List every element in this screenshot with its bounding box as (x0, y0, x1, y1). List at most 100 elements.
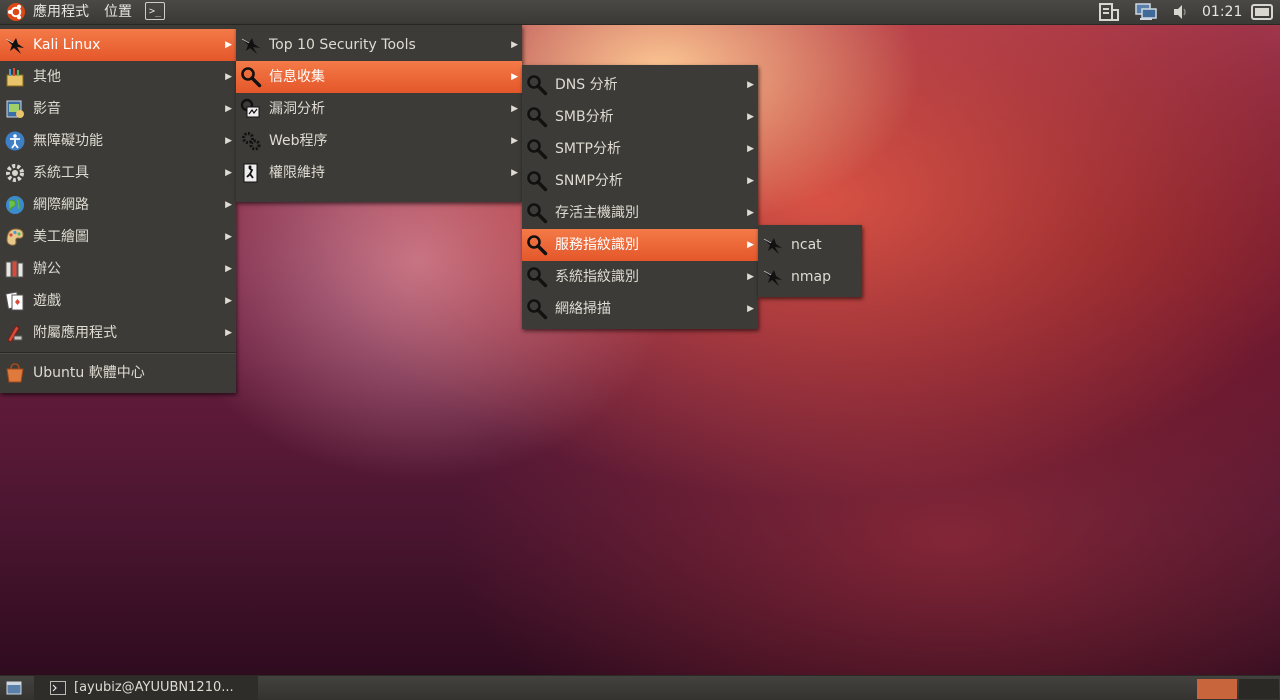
magnifier-icon (526, 106, 548, 128)
submenu-arrow-icon: ▶ (511, 72, 518, 82)
service-fingerprint-submenu: ncat nmap (758, 225, 862, 297)
magnifier-icon (526, 266, 548, 288)
app-category-item-label: Kali Linux (33, 37, 101, 53)
app-category-item[interactable]: Kali Linux ▶ (0, 29, 236, 61)
magnifier-icon (526, 234, 548, 256)
software-center-item[interactable]: Ubuntu 軟體中心 (0, 357, 236, 389)
submenu-arrow-icon: ▶ (747, 304, 754, 314)
info-gathering-item-label: DNS 分析 (555, 77, 618, 93)
applications-menu[interactable]: 應用程式 (33, 0, 89, 24)
magnifier-icon (526, 74, 548, 96)
app-category-item-label: 無障礙功能 (33, 133, 103, 149)
kali-category-item[interactable]: 漏洞分析 ▶ (236, 93, 522, 125)
submenu-arrow-icon: ▶ (225, 72, 232, 82)
info-gathering-item-label: SNMP分析 (555, 173, 623, 189)
submenu-arrow-icon: ▶ (511, 136, 518, 146)
info-gathering-item[interactable]: 服務指紋識別 ▶ (522, 229, 758, 261)
submenu-arrow-icon: ▶ (747, 176, 754, 186)
kali-category-item[interactable]: 信息收集 ▶ (236, 61, 522, 93)
clock[interactable]: 01:21 (1202, 0, 1242, 24)
kali-category-item[interactable]: Web程序 ▶ (236, 125, 522, 157)
taskbar-terminal-window[interactable]: [ayubiz@AYUUBN1210... (34, 676, 258, 700)
submenu-arrow-icon: ▶ (225, 264, 232, 274)
accessories-icon (4, 322, 26, 344)
submenu-arrow-icon: ▶ (747, 240, 754, 250)
kali-category-item-label: Web程序 (269, 133, 328, 149)
info-gathering-item[interactable]: 存活主機識別 ▶ (522, 197, 758, 229)
gears-icon (240, 130, 262, 152)
submenu-arrow-icon: ▶ (225, 200, 232, 210)
kali-dragon-icon (4, 34, 26, 56)
fingerprint-tool-item-label: nmap (791, 269, 831, 285)
menu-separator (0, 352, 236, 354)
workspace-1[interactable] (1197, 679, 1237, 699)
kali-dragon-icon (240, 34, 262, 56)
magnifier-icon (526, 170, 548, 192)
submenu-arrow-icon: ▶ (747, 80, 754, 90)
sound-video-icon (4, 98, 26, 120)
app-category-item-label: 其他 (33, 69, 61, 85)
info-gathering-item[interactable]: SMTP分析 ▶ (522, 133, 758, 165)
app-category-item[interactable]: 美工繪圖 ▶ (0, 221, 236, 253)
info-gathering-item[interactable]: 網絡掃描 ▶ (522, 293, 758, 325)
app-category-item-label: 辦公 (33, 261, 61, 277)
app-category-item-label: 系統工具 (33, 165, 89, 181)
submenu-arrow-icon: ▶ (225, 104, 232, 114)
info-gathering-item-label: SMB分析 (555, 109, 614, 125)
app-category-item[interactable]: 遊戲 ▶ (0, 285, 236, 317)
volume-icon[interactable] (1172, 3, 1188, 21)
vulnerability-icon (240, 98, 262, 120)
other-apps-icon (4, 66, 26, 88)
clipboard-icon[interactable] (1098, 3, 1120, 21)
app-category-item[interactable]: 辦公 ▶ (0, 253, 236, 285)
app-category-item[interactable]: 網際網路 ▶ (0, 189, 236, 221)
software-center-icon (4, 362, 26, 384)
fingerprint-tool-item[interactable]: nmap (758, 261, 862, 293)
info-gathering-item[interactable]: SNMP分析 ▶ (522, 165, 758, 197)
places-menu[interactable]: 位置 (104, 0, 132, 24)
info-gathering-item[interactable]: SMB分析 ▶ (522, 101, 758, 133)
terminal-launcher-icon[interactable]: >_ (145, 2, 165, 20)
show-desktop-icon[interactable] (6, 681, 22, 695)
app-category-item[interactable]: 無障礙功能 ▶ (0, 125, 236, 157)
info-gathering-item-label: 存活主機識別 (555, 205, 639, 221)
system-tools-icon (4, 162, 26, 184)
kali-category-item-label: Top 10 Security Tools (269, 37, 416, 53)
app-category-item-label: 美工繪圖 (33, 229, 89, 245)
applications-dropdown: Kali Linux ▶ 其他 ▶ 影音 ▶ 無障礙功能 ▶ 系統工具 ▶ 網際網路 ▶ 美工繪圖 ▶ 辦公… (0, 25, 236, 393)
software-center-label: Ubuntu 軟體中心 (33, 365, 145, 381)
info-gathering-item[interactable]: 系統指紋識別 ▶ (522, 261, 758, 293)
exit-door-icon (240, 162, 262, 184)
kali-category-item[interactable]: 權限維持 ▶ (236, 157, 522, 189)
submenu-arrow-icon: ▶ (225, 136, 232, 146)
kali-category-item[interactable]: Top 10 Security Tools ▶ (236, 29, 522, 61)
fingerprint-tool-item[interactable]: ncat (758, 229, 862, 261)
info-gathering-item-label: 服務指紋識別 (555, 237, 639, 253)
information-gathering-submenu: DNS 分析 ▶ SMB分析 ▶ SMTP分析 ▶ SNMP分析 ▶ 存活主機識別 ▶ 服務指紋識別… (522, 65, 758, 329)
taskbar-task-label: [ayubiz@AYUUBN1210... (74, 680, 234, 695)
kali-category-item-label: 權限維持 (269, 165, 325, 181)
submenu-arrow-icon: ▶ (225, 232, 232, 242)
workspace-2[interactable] (1239, 679, 1279, 699)
network-icon[interactable] (1134, 3, 1158, 21)
info-gathering-item-label: 網絡掃描 (555, 301, 611, 317)
app-category-item[interactable]: 系統工具 ▶ (0, 157, 236, 189)
kali-dragon-icon (762, 266, 784, 288)
fingerprint-tool-item-label: ncat (791, 237, 822, 253)
accessibility-icon (4, 130, 26, 152)
app-category-item[interactable]: 附屬應用程式 ▶ (0, 317, 236, 349)
bottom-panel: [ayubiz@AYUUBN1210... (0, 675, 1280, 700)
app-category-item[interactable]: 影音 ▶ (0, 93, 236, 125)
app-category-item-label: 遊戲 (33, 293, 61, 309)
info-gathering-item[interactable]: DNS 分析 ▶ (522, 69, 758, 101)
ubuntu-logo-icon[interactable] (6, 2, 26, 22)
graphics-icon (4, 226, 26, 248)
office-icon (4, 258, 26, 280)
submenu-arrow-icon: ▶ (225, 328, 232, 338)
session-icon[interactable] (1250, 3, 1274, 21)
terminal-window-icon (50, 681, 66, 695)
app-category-item[interactable]: 其他 ▶ (0, 61, 236, 93)
submenu-arrow-icon: ▶ (225, 40, 232, 50)
kali-category-item-label: 漏洞分析 (269, 101, 325, 117)
submenu-arrow-icon: ▶ (747, 112, 754, 122)
